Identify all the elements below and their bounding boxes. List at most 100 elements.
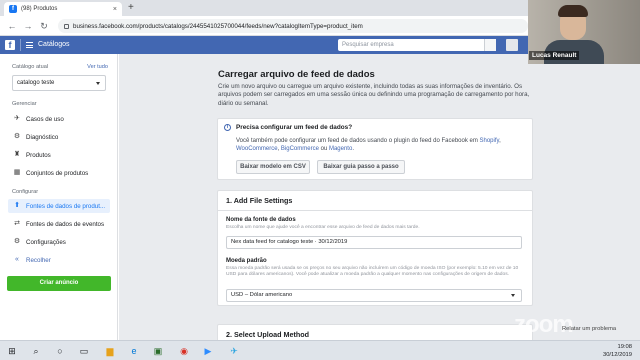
default-currency-hint: Essa moeda padrão será usada se os preço… <box>226 266 519 278</box>
configure-heading: Configurar <box>12 189 39 195</box>
shirt-icon: ♜ <box>13 151 21 158</box>
sidebar-item-label: Configurações <box>26 238 66 246</box>
reload-button[interactable]: ↻ <box>38 20 50 32</box>
tab-close-icon[interactable]: × <box>113 6 117 13</box>
zoom-icon[interactable]: ▶ <box>202 345 214 357</box>
edge-icon[interactable]: e <box>128 345 140 357</box>
sidebar-item-label: Casos de uso <box>26 115 64 123</box>
facebook-favicon-icon: f <box>9 5 17 13</box>
setup-help-text: Você também pode configurar um feed de d… <box>236 137 526 154</box>
url-field[interactable]: business.facebook.com/products/catalogs/… <box>58 19 528 33</box>
search-icon[interactable] <box>484 39 496 51</box>
bigcommerce-link[interactable]: BigCommerce <box>281 146 319 152</box>
participant-hair <box>558 5 588 17</box>
upload-method-card: 2. Select Upload Method <box>217 324 533 340</box>
back-button[interactable]: ← <box>6 20 18 32</box>
collapse-icon: « <box>15 256 19 263</box>
participant-video: Lucas Renault <box>528 0 640 64</box>
file-explorer-icon[interactable]: ▆ <box>104 345 116 357</box>
lock-icon <box>64 23 69 29</box>
data-source-name-hint: Escolha um nome que ajude você a encontr… <box>226 225 420 230</box>
settings-icon: ⚙ <box>13 238 21 245</box>
default-currency-select[interactable]: USD – Dólar americano <box>226 289 522 302</box>
sidebar-item-event-data-sources[interactable]: ⇄ Fontes de dados de eventos <box>8 217 110 231</box>
report-problem-link[interactable]: Relatar um problema <box>562 326 616 332</box>
search-icon[interactable]: ⌕ <box>30 345 42 357</box>
download-csv-template-button[interactable]: Baixar modelo em CSV <box>236 160 310 174</box>
help-text-part: . <box>352 146 354 153</box>
sidebar-item-products[interactable]: ♜ Produtos <box>8 148 110 162</box>
chevron-down-icon <box>511 294 515 297</box>
url-text: business.facebook.com/products/catalogs/… <box>73 22 363 30</box>
chrome-icon[interactable]: ◉ <box>178 345 190 357</box>
tab-title: (98) Produtos <box>21 6 58 12</box>
task-view-icon[interactable]: ▭ <box>78 345 90 357</box>
download-guide-button[interactable]: Baixar guia passo a passo <box>317 160 405 174</box>
section-title[interactable]: Catálogos <box>38 40 70 50</box>
see-all-link[interactable]: Ver tudo <box>87 64 108 70</box>
woocommerce-link[interactable]: WooCommerce <box>236 146 278 152</box>
menu-icon[interactable] <box>26 42 33 48</box>
chevron-down-icon <box>96 82 100 85</box>
page-intro: Crie um novo arquivo ou carregue um arqu… <box>218 83 530 107</box>
clock-time: 19:08 <box>617 344 632 350</box>
current-catalog-label: Catálogo atual <box>12 64 49 70</box>
create-ad-button[interactable]: Criar anúncio <box>7 276 111 291</box>
new-tab-button[interactable]: + <box>128 2 134 14</box>
rocket-icon: ✈ <box>14 115 20 122</box>
sidebar-item-label: Fontes de dados de eventos <box>26 220 105 228</box>
sidebar-item-product-data-sources[interactable]: ⬆ Fontes de dados de produt... <box>8 199 110 213</box>
magento-link[interactable]: Magento <box>329 146 352 152</box>
participant-name: Lucas Renault <box>529 51 580 60</box>
sidebar-item-use-cases[interactable]: ✈ Casos de uso <box>8 112 110 126</box>
sidebar-item-diagnostics[interactable]: ⚙ Diagnóstico <box>8 130 110 144</box>
help-text-part: Você também pode configurar um feed de d… <box>236 138 480 144</box>
search-placeholder: Pesquisar empresa <box>342 42 394 48</box>
system-clock[interactable]: 19:08 30/12/2019 <box>603 343 632 359</box>
telegram-icon[interactable]: ✈ <box>228 345 240 357</box>
facebook-logo-icon[interactable]: f <box>5 40 15 50</box>
catalog-select-value: catalogo teste <box>17 80 55 86</box>
zoom-watermark: zoom <box>514 311 574 338</box>
help-text-part: , <box>499 138 501 144</box>
card-divider <box>218 210 532 211</box>
task-view-icon[interactable]: ○ <box>54 345 66 357</box>
sidebar-item-label: Conjuntos de produtos <box>26 169 89 177</box>
upload-method-title: 2. Select Upload Method <box>226 330 310 339</box>
business-avatar[interactable] <box>506 39 518 51</box>
default-currency-label: Moeda padrão <box>226 258 267 264</box>
windows-start-icon[interactable]: ⊞ <box>6 345 18 357</box>
setup-help-box: i Precisa configurar um feed de dados? V… <box>217 118 533 180</box>
browser-tab[interactable]: f (98) Produtos × <box>4 2 122 16</box>
sidebar: Catálogo atual Ver tudo catalogo teste G… <box>0 54 118 340</box>
upload-icon: ⬆ <box>14 202 20 209</box>
data-source-name-label: Nome da fonte de dados <box>226 217 296 223</box>
manage-heading: Gerenciar <box>12 101 37 107</box>
forward-button[interactable]: → <box>22 20 34 32</box>
setup-help-title: Precisa configurar um feed de dados? <box>236 124 353 131</box>
help-text-part: ou <box>318 146 329 153</box>
main-content: Carregar arquivo de feed de dados Crie u… <box>119 54 640 340</box>
sidebar-item-collapse[interactable]: « Recolher <box>8 253 110 267</box>
page-title: Carregar arquivo de feed de dados <box>218 69 375 80</box>
sidebar-item-label: Produtos <box>26 151 51 159</box>
sidebar-item-label: Recolher <box>26 256 51 264</box>
file-settings-title: 1. Add File Settings <box>226 196 293 205</box>
catalog-select[interactable]: catalogo teste <box>12 75 106 91</box>
header-divider <box>20 39 21 51</box>
shopify-link[interactable]: Shopify <box>480 138 500 144</box>
sidebar-item-label: Fontes de dados de produt... <box>26 202 106 210</box>
diagnostics-icon: ⚙ <box>13 133 21 140</box>
product-sets-icon: ▦ <box>13 169 21 176</box>
data-source-name-input[interactable]: Nex data feed for catalogo teste · 30/12… <box>226 236 522 249</box>
info-icon: i <box>224 124 231 131</box>
currency-select-value: USD – Dólar americano <box>231 292 293 298</box>
search-business-input[interactable]: Pesquisar empresa <box>338 39 496 51</box>
sidebar-item-settings[interactable]: ⚙ Configurações <box>8 235 110 249</box>
sidebar-item-label: Diagnóstico <box>26 133 59 141</box>
taskbar: ⊞ ⌕ ○ ▭ ▆ e ▣ ◉ ▶ ✈ 19:08 30/12/2019 <box>0 340 640 360</box>
clock-date: 30/12/2019 <box>602 352 632 358</box>
sidebar-item-product-sets[interactable]: ▦ Conjuntos de produtos <box>8 166 110 180</box>
catalog-label-row: Catálogo atual Ver tudo <box>12 64 108 70</box>
app-icon[interactable]: ▣ <box>152 345 164 357</box>
